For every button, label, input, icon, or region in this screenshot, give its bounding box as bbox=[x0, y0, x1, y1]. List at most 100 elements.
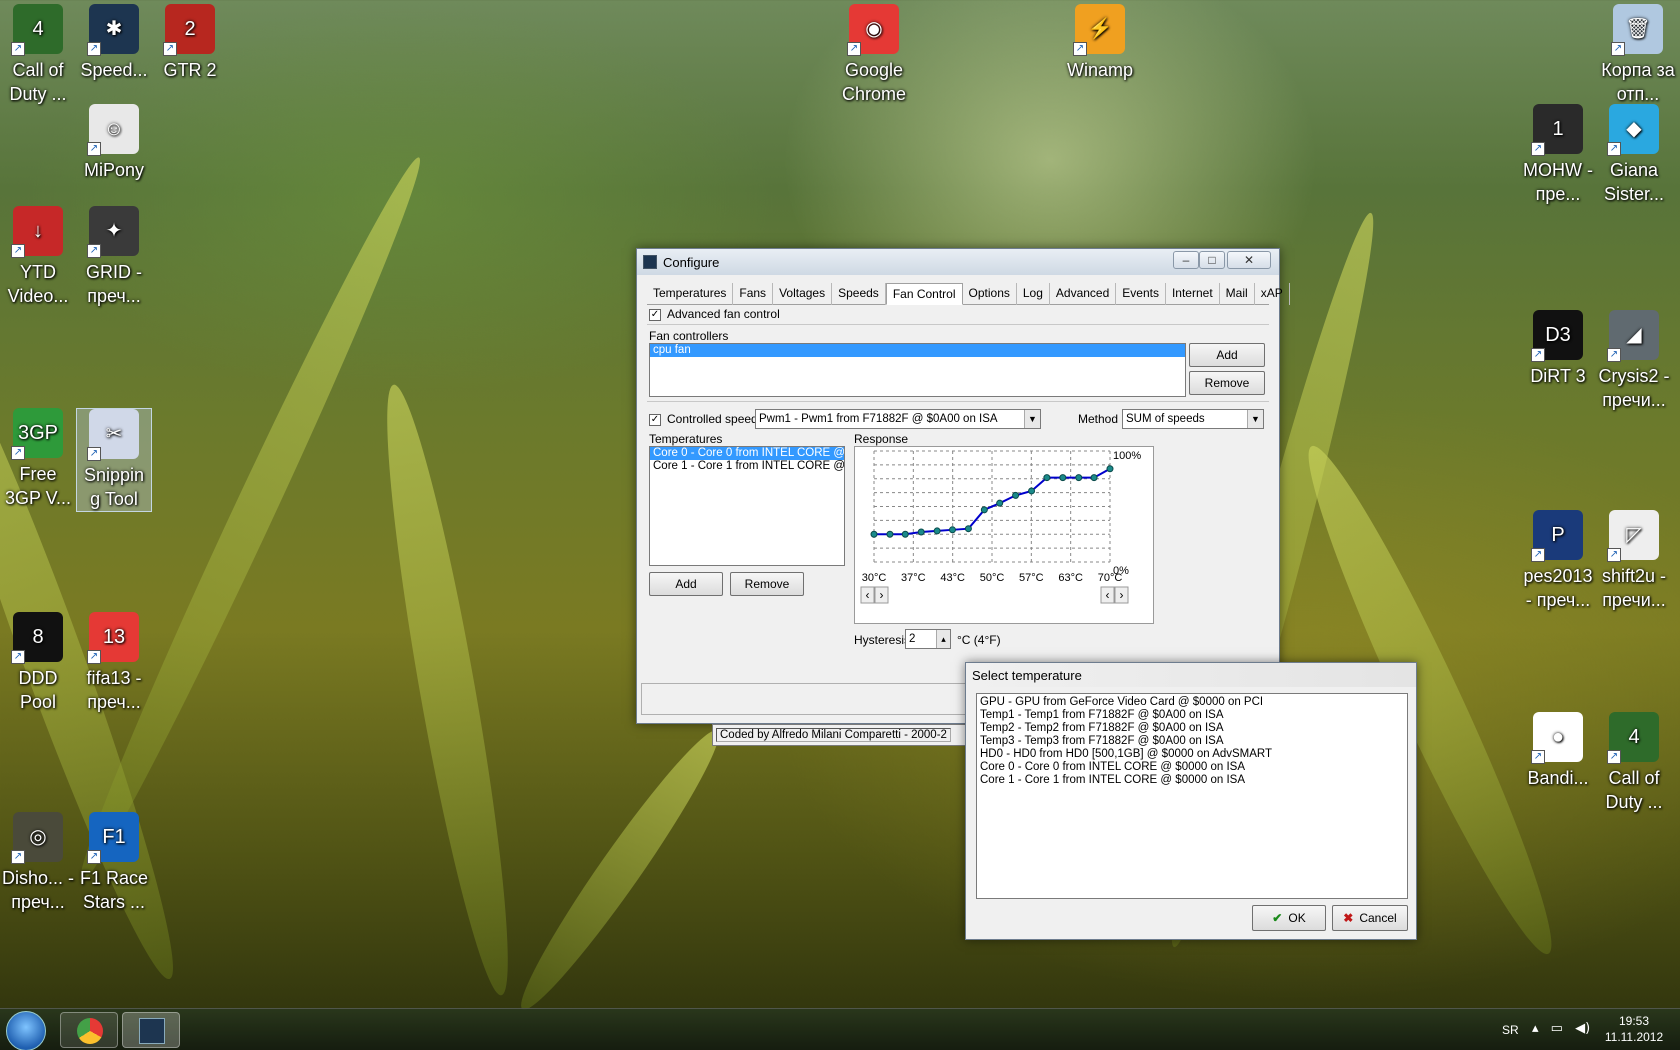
desktop-icon[interactable]: ◸ ↗ shift2u - пречи... bbox=[1596, 510, 1672, 612]
temp-add-button[interactable]: Add bbox=[649, 572, 723, 596]
dialog-titlebar[interactable]: Select temperature bbox=[966, 663, 1416, 687]
fan-controllers-list[interactable]: cpu fan bbox=[649, 343, 1186, 397]
response-chart[interactable]: 100%0%30°C 37°C 43°C 50°C 57°C 63°C 70°C‹ › ‹ › bbox=[855, 447, 1153, 623]
minimize-button[interactable]: – bbox=[1173, 251, 1199, 269]
desktop-icon-label: Speed... bbox=[80, 60, 148, 80]
tab-internet[interactable]: Internet bbox=[1166, 283, 1220, 305]
desktop-icon-label: DiRT 3 bbox=[1530, 366, 1586, 386]
tab-speeds[interactable]: Speeds bbox=[832, 283, 886, 305]
language-indicator[interactable]: SR bbox=[1502, 1023, 1519, 1037]
volume-icon[interactable]: ◀) bbox=[1575, 1021, 1590, 1036]
temperatures-list[interactable]: Core 0 - Core 0 from INTEL CORE @ $0 Core… bbox=[649, 446, 845, 566]
select-temperature-dialog: Select temperature GPU - GPU from GeForc… bbox=[965, 662, 1417, 940]
desktop-icon[interactable]: ✂ ↗ Snippin g Tool bbox=[76, 408, 152, 512]
network-icon[interactable]: ▭ bbox=[1551, 1021, 1563, 1036]
shortcut-icon: 🗑 ↗ bbox=[1611, 4, 1663, 56]
list-item[interactable]: Temp1 - Temp1 from F71882F @ $0A00 on IS… bbox=[977, 709, 1407, 722]
tab-voltages[interactable]: Voltages bbox=[773, 283, 833, 305]
desktop-icon[interactable]: ⚡ ↗ Winamp bbox=[1062, 4, 1138, 82]
desktop-icon[interactable]: 4 ↗ Call of Duty ... bbox=[0, 4, 76, 106]
close-button[interactable]: ✕ bbox=[1227, 251, 1271, 269]
desktop-icon[interactable]: ◆ ↗ Giana Sister... bbox=[1596, 104, 1672, 206]
method-select[interactable]: SUM of speeds ▼ bbox=[1122, 409, 1264, 429]
desktop-icon[interactable]: ☺ ↗ MiPony bbox=[76, 104, 152, 182]
hysteresis-stepper[interactable]: 2 ▴ bbox=[905, 629, 951, 649]
tab-mail[interactable]: Mail bbox=[1220, 283, 1255, 305]
advanced-fan-control-checkbox[interactable]: ✓ Advanced fan control bbox=[649, 307, 780, 321]
desktop-icon[interactable]: 🗑 ↗ Корпа за отп... bbox=[1600, 4, 1676, 106]
desktop-icon[interactable]: ◎ ↗ Disho... - преч... bbox=[0, 812, 76, 914]
desktop-icon[interactable]: 13 ↗ fifa13 - преч... bbox=[76, 612, 152, 714]
temp-remove-button[interactable]: Remove bbox=[730, 572, 804, 596]
list-item[interactable]: GPU - GPU from GeForce Video Card @ $000… bbox=[977, 696, 1407, 709]
dialog-title: Select temperature bbox=[972, 667, 1082, 683]
shortcut-arrow-icon: ↗ bbox=[847, 42, 861, 56]
response-chart-panel: 100% 0% 30°C 37°C 43°C 50°C 57°C 63°C 70°C ‹ › ‹ › bbox=[854, 446, 1154, 624]
list-item[interactable]: Temp2 - Temp2 from F71882F @ $0A00 on IS… bbox=[977, 722, 1407, 735]
maximize-button[interactable]: □ bbox=[1199, 251, 1225, 269]
tab-advanced[interactable]: Advanced bbox=[1050, 283, 1117, 305]
shortcut-icon: ✦ ↗ bbox=[87, 206, 139, 258]
list-item[interactable]: Core 0 - Core 0 from INTEL CORE @ $0 bbox=[650, 447, 844, 460]
list-item[interactable]: Temp3 - Temp3 from F71882F @ $0A00 on IS… bbox=[977, 735, 1407, 748]
shortcut-arrow-icon: ↗ bbox=[1531, 142, 1545, 156]
tab-xap[interactable]: xAP bbox=[1255, 283, 1290, 305]
chevron-icon: › bbox=[1120, 588, 1124, 602]
tab-log[interactable]: Log bbox=[1017, 283, 1050, 305]
clock[interactable]: 19:53 11.11.2012 bbox=[1596, 1013, 1672, 1045]
temperature-source-list[interactable]: GPU - GPU from GeForce Video Card @ $000… bbox=[976, 693, 1408, 899]
tab-fans[interactable]: Fans bbox=[733, 283, 774, 305]
list-item[interactable]: Core 1 - Core 1 from INTEL CORE @ $0 bbox=[650, 460, 844, 473]
controlled-speed-select[interactable]: Pwm1 - Pwm1 from F71882F @ $0A00 on ISA … bbox=[755, 409, 1041, 429]
divider bbox=[647, 401, 1269, 402]
desktop-icon[interactable]: 4 ↗ Call of Duty ... bbox=[1596, 712, 1672, 814]
desktop-icon[interactable]: P ↗ pes2013 - преч... bbox=[1520, 510, 1596, 612]
desktop-icon[interactable]: ◉ ↗ Google Chrome bbox=[836, 4, 912, 106]
desktop-icon[interactable]: 1 ↗ MOHW - пре... bbox=[1520, 104, 1596, 206]
desktop-icon[interactable]: ↓ ↗ YTD Video... bbox=[0, 206, 76, 308]
shortcut-arrow-icon: ↗ bbox=[163, 42, 177, 56]
taskbar-speedfan[interactable] bbox=[122, 1012, 180, 1048]
start-button[interactable] bbox=[6, 1011, 46, 1050]
list-item[interactable]: cpu fan bbox=[650, 344, 1185, 357]
taskbar-chrome[interactable] bbox=[60, 1012, 118, 1048]
fan-remove-button[interactable]: Remove bbox=[1189, 371, 1265, 395]
desktop-icon-label: Giana Sister... bbox=[1603, 160, 1665, 204]
configure-title: Configure bbox=[663, 254, 720, 270]
shortcut-arrow-icon: ↗ bbox=[87, 650, 101, 664]
shortcut-icon: ◉ ↗ bbox=[847, 4, 899, 56]
shortcut-icon: 3GP ↗ bbox=[11, 408, 63, 460]
curve-point bbox=[886, 530, 894, 538]
curve-point bbox=[1012, 491, 1020, 499]
shortcut-icon: ☺ ↗ bbox=[87, 104, 139, 156]
desktop-icon[interactable]: D3 ↗ DiRT 3 bbox=[1520, 310, 1596, 388]
shortcut-arrow-icon: ↗ bbox=[1607, 142, 1621, 156]
tab-fan-control[interactable]: Fan Control bbox=[885, 283, 963, 305]
cancel-button[interactable]: ✖ Cancel bbox=[1332, 905, 1408, 931]
tab-events[interactable]: Events bbox=[1116, 283, 1166, 305]
list-item[interactable]: Core 1 - Core 1 from INTEL CORE @ $0000 … bbox=[977, 774, 1407, 787]
show-hidden-icon[interactable]: ▴ bbox=[1532, 1021, 1539, 1036]
shortcut-icon: ⚡ ↗ bbox=[1073, 4, 1125, 56]
desktop-icon[interactable]: 2 ↗ GTR 2 bbox=[152, 4, 228, 82]
fan-add-button[interactable]: Add bbox=[1189, 343, 1265, 367]
curve-point bbox=[1075, 474, 1083, 482]
list-item[interactable]: Core 0 - Core 0 from INTEL CORE @ $0000 … bbox=[977, 761, 1407, 774]
spin-arrows-icon[interactable]: ▴ bbox=[936, 630, 950, 648]
desktop-icon[interactable]: F1 ↗ F1 Race Stars ... bbox=[76, 812, 152, 914]
tab-options[interactable]: Options bbox=[963, 283, 1017, 305]
tab-temperatures[interactable]: Temperatures bbox=[647, 283, 734, 305]
list-item[interactable]: HD0 - HD0 from HD0 [500,1GB] @ $0000 on … bbox=[977, 748, 1407, 761]
controlled-speed-checkbox[interactable]: ✓ Controlled speed bbox=[649, 412, 758, 426]
desktop-icon-label: Crysis2 - пречи... bbox=[1598, 366, 1670, 410]
desktop-icon[interactable]: ✱ ↗ Speed... bbox=[76, 4, 152, 82]
chrome-icon bbox=[77, 1018, 103, 1044]
shortcut-icon: P ↗ bbox=[1531, 510, 1583, 562]
desktop-icon[interactable]: 8 ↗ DDD Pool bbox=[0, 612, 76, 714]
desktop-icon[interactable]: ◢ ↗ Crysis2 - пречи... bbox=[1596, 310, 1672, 412]
desktop-icon[interactable]: ● ↗ Bandi... bbox=[1520, 712, 1596, 790]
desktop-icon[interactable]: ✦ ↗ GRID - преч... bbox=[76, 206, 152, 308]
desktop-icon[interactable]: 3GP ↗ Free 3GP V... bbox=[0, 408, 76, 510]
ok-button[interactable]: ✔ OK bbox=[1252, 905, 1326, 931]
shortcut-arrow-icon: ↗ bbox=[11, 42, 25, 56]
